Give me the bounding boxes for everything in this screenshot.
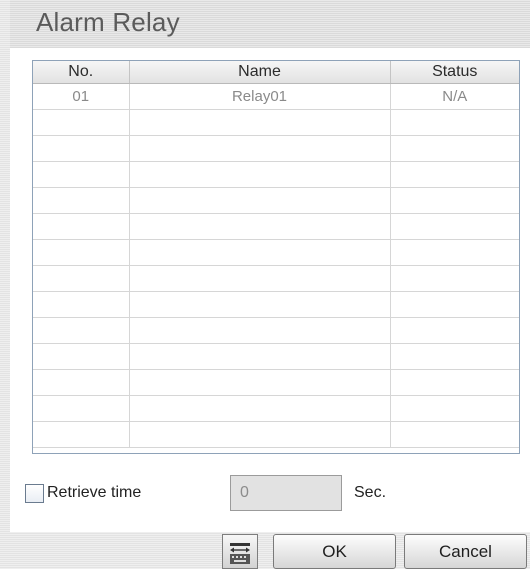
cell-empty — [390, 109, 519, 136]
cell-empty — [33, 213, 130, 240]
cell-empty — [390, 369, 519, 396]
cell-empty — [33, 343, 130, 370]
cell-empty — [129, 239, 391, 266]
cell-empty — [129, 161, 391, 188]
cell-empty — [129, 187, 391, 214]
cell-empty — [129, 421, 391, 448]
table-row-empty[interactable] — [33, 239, 519, 266]
cell-empty — [33, 161, 130, 188]
cell-empty — [129, 135, 391, 162]
table-row-empty[interactable] — [33, 291, 519, 318]
relay-grid: No. Name Status 01 Relay01 N/A — [33, 61, 519, 448]
cell-empty — [390, 265, 519, 292]
seconds-unit-label: Sec. — [354, 484, 387, 501]
cell-empty — [33, 135, 130, 162]
cell-empty — [33, 395, 130, 422]
cell-empty — [390, 213, 519, 240]
cell-status: N/A — [390, 83, 519, 110]
table-row-empty[interactable] — [33, 395, 519, 422]
cell-empty — [129, 317, 391, 344]
cell-empty — [129, 213, 391, 240]
cancel-button[interactable]: Cancel — [404, 534, 527, 569]
dialog-title: Alarm Relay — [36, 7, 180, 37]
column-header-no[interactable]: No. — [33, 61, 130, 84]
cell-empty — [33, 265, 130, 292]
table-row[interactable]: 01 Relay01 N/A — [33, 83, 519, 110]
cell-empty — [390, 187, 519, 214]
table-row-empty[interactable] — [33, 343, 519, 370]
cell-empty — [33, 239, 130, 266]
cell-no: 01 — [33, 83, 130, 110]
cell-empty — [390, 239, 519, 266]
retrieve-time-input[interactable] — [230, 475, 342, 511]
table-row-empty[interactable] — [33, 109, 519, 136]
cell-empty — [390, 421, 519, 448]
keyboard-button[interactable] — [222, 534, 258, 569]
relay-table: No. Name Status 01 Relay01 N/A — [32, 60, 520, 454]
cell-empty — [390, 317, 519, 344]
alarm-relay-dialog: Alarm Relay No. Name Status 01 Relay01 N… — [0, 0, 530, 569]
table-row-empty[interactable] — [33, 187, 519, 214]
cell-empty — [33, 369, 130, 396]
cell-empty — [390, 395, 519, 422]
table-row-empty[interactable] — [33, 369, 519, 396]
cell-empty — [390, 135, 519, 162]
cell-empty — [33, 187, 130, 214]
cell-empty — [33, 317, 130, 344]
cell-empty — [129, 109, 391, 136]
cell-empty — [129, 265, 391, 292]
retrieve-time-checkbox[interactable] — [25, 484, 44, 503]
ok-button[interactable]: OK — [273, 534, 396, 569]
cell-empty — [33, 421, 130, 448]
cell-empty — [390, 343, 519, 370]
cell-empty — [129, 343, 391, 370]
cell-empty — [129, 369, 391, 396]
cell-empty — [33, 291, 130, 318]
cell-empty — [33, 109, 130, 136]
cell-empty — [129, 395, 391, 422]
table-row-empty[interactable] — [33, 135, 519, 162]
cell-name: Relay01 — [129, 83, 391, 110]
table-row-empty[interactable] — [33, 317, 519, 344]
title-bar: Alarm Relay — [10, 0, 530, 48]
table-header-row: No. Name Status — [33, 61, 519, 84]
column-header-name[interactable]: Name — [129, 61, 391, 84]
table-row-empty[interactable] — [33, 161, 519, 188]
retrieve-time-label: Retrieve time — [47, 484, 142, 501]
table-row-empty[interactable] — [33, 213, 519, 240]
table-row-empty[interactable] — [33, 421, 519, 448]
column-header-status[interactable]: Status — [390, 61, 519, 84]
cell-empty — [390, 291, 519, 318]
keyboard-icon — [230, 543, 250, 564]
table-row-empty[interactable] — [33, 265, 519, 292]
cell-empty — [129, 291, 391, 318]
cell-empty — [390, 161, 519, 188]
